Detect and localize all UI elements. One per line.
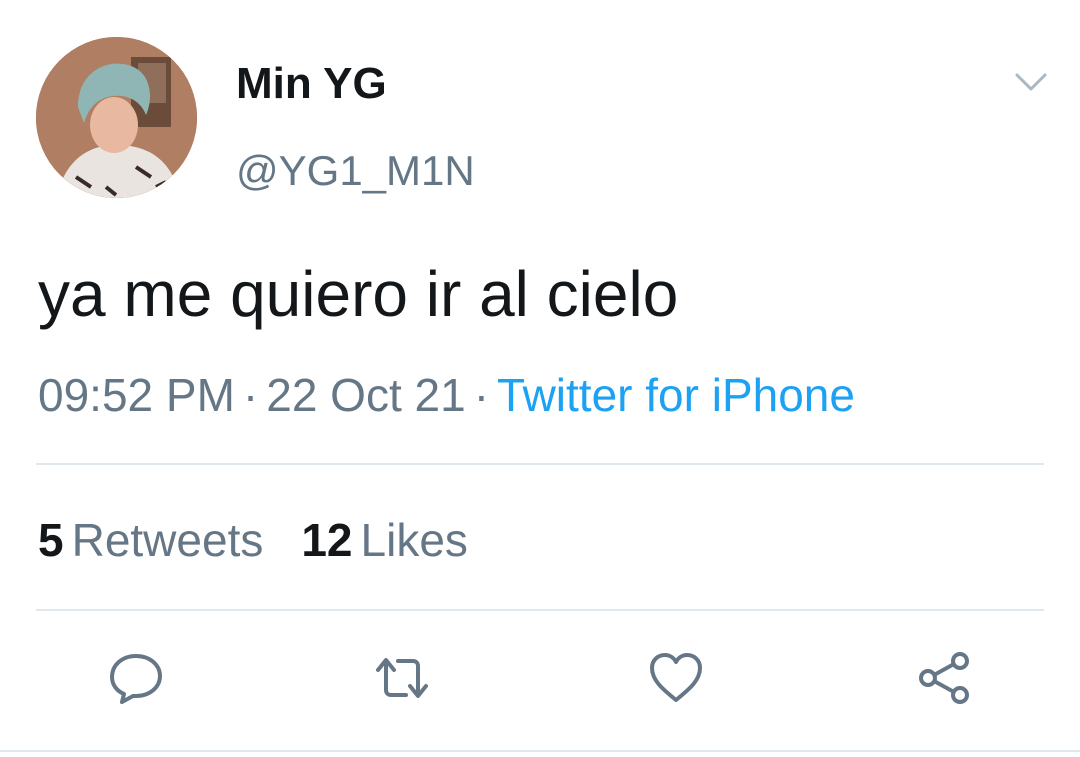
avatar[interactable] [36,37,197,198]
like-button[interactable] [646,648,706,708]
likes-count: 12 [301,514,353,566]
likes-stat[interactable]: 12 Likes [301,514,468,566]
meta-separator: · [242,369,259,421]
tweet-text: ya me quiero ir al cielo [38,258,679,330]
tweet-date[interactable]: 22 Oct 21 [266,369,465,421]
retweet-button[interactable] [372,648,432,708]
avatar-image [36,37,197,198]
reply-button[interactable] [106,648,166,708]
user-handle[interactable]: @YG1_M1N [236,150,475,192]
meta-separator: · [473,369,490,421]
share-icon [919,652,969,704]
tweet-source-link[interactable]: Twitter for iPhone [497,369,855,421]
divider [36,609,1044,611]
likes-label: Likes [360,514,468,566]
display-name[interactable]: Min YG [236,62,387,106]
tweet-stats: 5 Retweets 12 Likes [38,517,506,563]
divider [36,463,1044,465]
retweets-stat[interactable]: 5 Retweets [38,514,263,566]
heart-icon [650,653,702,702]
tweet-meta: 09:52 PM · 22 Oct 21 · Twitter for iPhone [38,372,855,418]
retweets-count: 5 [38,514,64,566]
divider [0,750,1080,752]
retweet-icon [376,658,428,698]
share-button[interactable] [914,648,974,708]
chevron-down-icon[interactable] [1012,66,1050,96]
reply-icon [110,654,162,704]
retweets-label: Retweets [71,514,264,566]
tweet-time[interactable]: 09:52 PM [38,369,235,421]
